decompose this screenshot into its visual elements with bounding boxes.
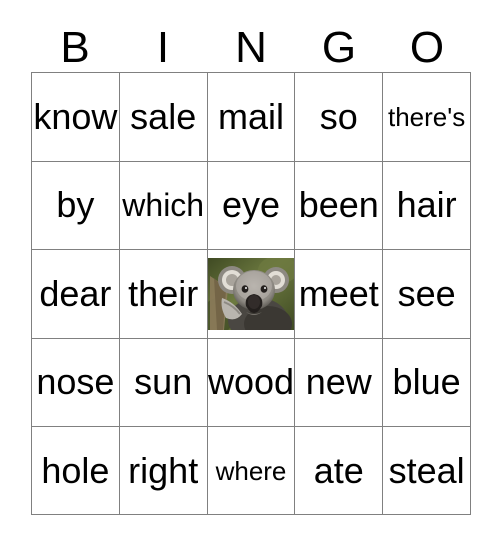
bingo-cell-label: blue bbox=[392, 361, 461, 403]
bingo-cell-label: their bbox=[128, 272, 199, 314]
bingo-header-letter-n: N bbox=[235, 23, 267, 72]
bingo-header-letter-b: B bbox=[60, 23, 90, 72]
bingo-row: dear their meet see bbox=[32, 250, 471, 339]
bingo-cell-label: hair bbox=[396, 184, 457, 226]
bingo-cell-label: new bbox=[305, 361, 372, 403]
bingo-cell-label: mail bbox=[217, 95, 284, 137]
bingo-cell-label: eye bbox=[221, 184, 281, 226]
bingo-cell-label: by bbox=[56, 184, 95, 226]
bingo-cell-label: ate bbox=[313, 449, 364, 491]
bingo-cell[interactable]: sale bbox=[119, 73, 208, 162]
bingo-header-letter-i: I bbox=[156, 23, 170, 72]
bingo-card: B I N G O know sale mail so there's by which eye bee… bbox=[0, 0, 500, 544]
bingo-cell[interactable]: their bbox=[119, 250, 208, 339]
bingo-cell-label: meet bbox=[298, 272, 379, 314]
bingo-cell[interactable]: been bbox=[295, 161, 384, 250]
bingo-cell[interactable]: right bbox=[119, 427, 208, 515]
bingo-cell-label: hole bbox=[41, 449, 110, 491]
koala-photo bbox=[207, 257, 294, 330]
bingo-cell-free-space[interactable] bbox=[207, 250, 296, 339]
bingo-cell-label: which bbox=[122, 187, 205, 224]
bingo-cell[interactable]: blue bbox=[383, 338, 471, 427]
bingo-cell[interactable]: meet bbox=[295, 250, 384, 339]
bingo-cell-label: see bbox=[397, 272, 456, 314]
bingo-cell-label: wood bbox=[207, 361, 295, 403]
bingo-cell[interactable]: mail bbox=[207, 73, 296, 162]
bingo-header-letter-g: G bbox=[321, 23, 357, 72]
bingo-cell[interactable]: so bbox=[295, 73, 384, 162]
bingo-cell[interactable]: there's bbox=[383, 73, 471, 162]
bingo-row: by which eye been hair bbox=[32, 161, 471, 250]
bingo-cell-label: right bbox=[128, 449, 199, 491]
bingo-cell[interactable]: which bbox=[119, 161, 208, 250]
bingo-cell[interactable]: steal bbox=[383, 427, 471, 515]
bingo-row: nose sun wood new blue bbox=[32, 338, 471, 427]
bingo-cell[interactable]: know bbox=[32, 73, 120, 162]
bingo-cell-label: there's bbox=[387, 101, 466, 132]
bingo-cell-label: dear bbox=[39, 272, 112, 314]
bingo-cell[interactable]: wood bbox=[207, 338, 296, 427]
bingo-cell[interactable]: ate bbox=[295, 427, 384, 515]
bingo-cell[interactable]: hole bbox=[32, 427, 120, 515]
bingo-cell-label: so bbox=[319, 95, 358, 137]
bingo-cell[interactable]: hair bbox=[383, 161, 471, 250]
bingo-header-letter-o: O bbox=[409, 23, 445, 72]
bingo-cell[interactable]: nose bbox=[32, 338, 120, 427]
bingo-cell-label: where bbox=[215, 455, 287, 486]
bingo-cell-label: been bbox=[298, 184, 379, 226]
bingo-cell[interactable]: sun bbox=[119, 338, 208, 427]
bingo-cell-label: sale bbox=[130, 95, 197, 137]
bingo-cell-label: nose bbox=[36, 361, 115, 403]
bingo-cell[interactable]: dear bbox=[32, 250, 120, 339]
bingo-row: hole right where ate steal bbox=[32, 427, 471, 515]
bingo-cell[interactable]: eye bbox=[207, 161, 296, 250]
bingo-cell[interactable]: by bbox=[32, 161, 120, 250]
bingo-cell-label: steal bbox=[388, 449, 465, 491]
bingo-header: BINGO bbox=[31, 16, 471, 70]
bingo-cell[interactable]: new bbox=[295, 338, 384, 427]
bingo-row: know sale mail so there's bbox=[32, 73, 471, 162]
bingo-grid: know sale mail so there's by which eye been hair d… bbox=[31, 72, 471, 515]
bingo-cell-label: sun bbox=[134, 361, 193, 403]
bingo-cell[interactable]: where bbox=[207, 427, 296, 515]
bingo-cell-label: know bbox=[33, 95, 118, 137]
bingo-cell[interactable]: see bbox=[383, 250, 471, 339]
